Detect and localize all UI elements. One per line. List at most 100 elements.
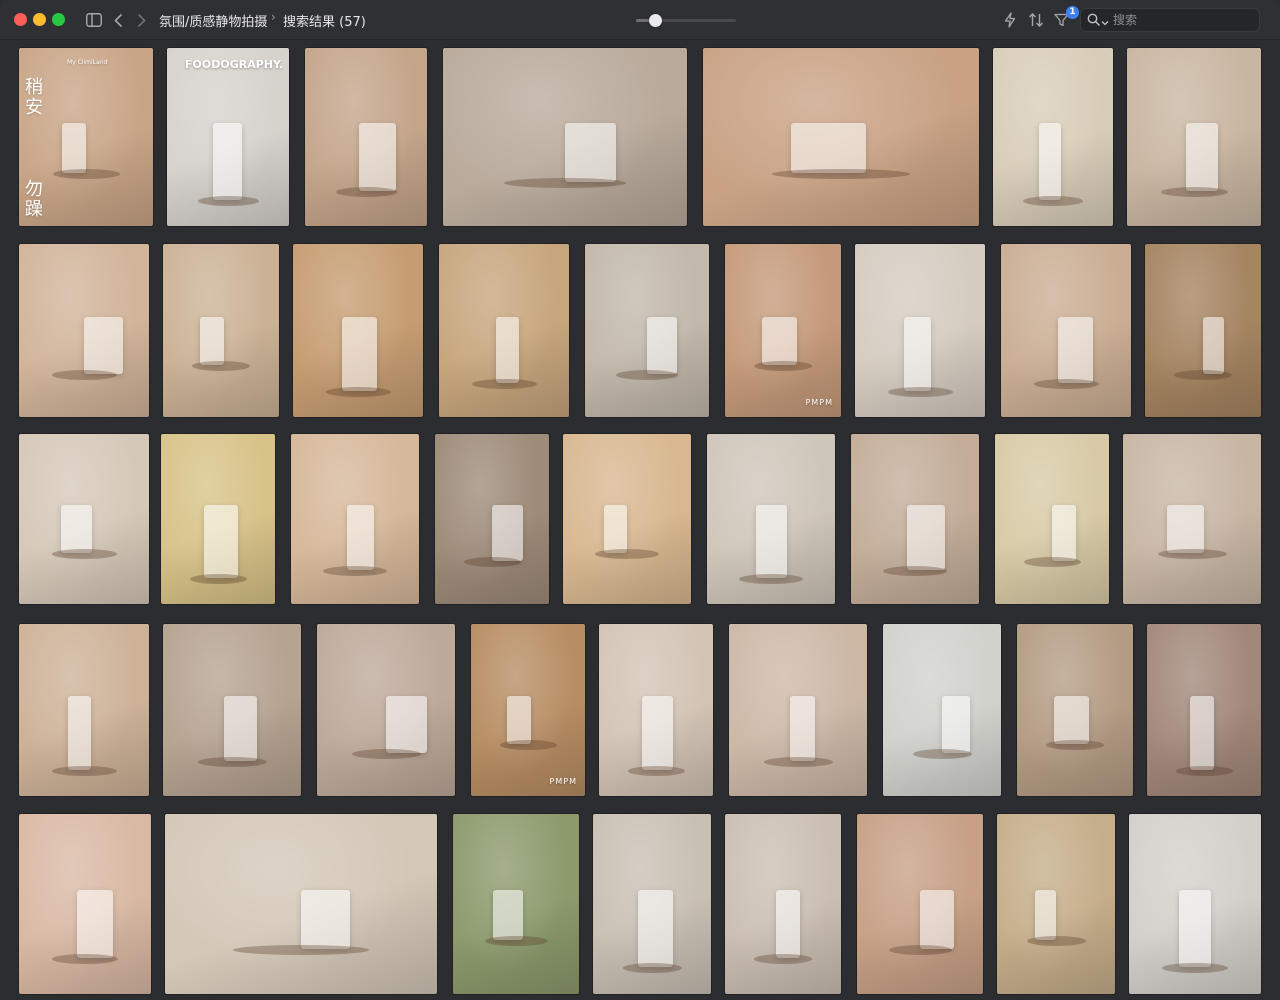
- image-thumbnail[interactable]: [1001, 244, 1131, 417]
- image-thumbnail[interactable]: [725, 814, 841, 994]
- image-thumbnail[interactable]: [593, 814, 711, 994]
- product-silhouette: [791, 123, 866, 173]
- image-thumbnail[interactable]: [317, 624, 455, 796]
- prop-shadow: [352, 749, 421, 759]
- prop-shadow: [754, 361, 812, 371]
- product-silhouette: [507, 696, 531, 744]
- image-thumbnail[interactable]: [293, 244, 423, 417]
- image-thumbnail[interactable]: [163, 244, 279, 417]
- image-thumbnail[interactable]: [993, 48, 1113, 226]
- image-thumbnail[interactable]: [19, 624, 149, 796]
- product-silhouette: [1052, 505, 1076, 561]
- image-thumbnail[interactable]: [995, 434, 1109, 604]
- image-thumbnail[interactable]: PMPM: [471, 624, 585, 796]
- image-thumbnail[interactable]: [729, 624, 867, 796]
- search-input[interactable]: [1113, 13, 1243, 27]
- image-thumbnail[interactable]: [165, 814, 437, 994]
- image-thumbnail[interactable]: [305, 48, 427, 226]
- prop-shadow: [233, 945, 369, 955]
- prop-shadow: [326, 387, 391, 397]
- prop-shadow: [595, 549, 659, 559]
- prop-shadow: [739, 574, 803, 584]
- product-silhouette: [1167, 505, 1204, 553]
- prop-shadow: [1027, 936, 1086, 946]
- product-silhouette: [904, 317, 931, 391]
- prop-shadow: [472, 379, 537, 389]
- back-chevron-icon[interactable]: [111, 10, 125, 30]
- prop-shadow: [889, 945, 952, 955]
- image-thumbnail[interactable]: FOODOGRAPHY.: [167, 48, 289, 226]
- image-thumbnail[interactable]: [851, 434, 979, 604]
- chevron-down-icon[interactable]: [1101, 11, 1109, 30]
- product-silhouette: [756, 505, 787, 578]
- thumbnail-light-glow: [563, 434, 691, 604]
- image-thumbnail[interactable]: [997, 814, 1115, 994]
- image-thumbnail[interactable]: [585, 244, 709, 417]
- image-thumbnail[interactable]: [19, 434, 149, 604]
- image-thumbnail[interactable]: [707, 434, 835, 604]
- prop-shadow: [1176, 766, 1233, 776]
- prop-shadow: [754, 954, 812, 964]
- product-silhouette: [386, 696, 427, 753]
- image-thumbnail[interactable]: [855, 244, 985, 417]
- image-thumbnail[interactable]: [453, 814, 579, 994]
- product-silhouette: [84, 317, 123, 374]
- minimize-window-button[interactable]: [33, 13, 46, 26]
- image-thumbnail[interactable]: [857, 814, 983, 994]
- product-silhouette: [1186, 123, 1218, 191]
- product-silhouette: [62, 123, 86, 173]
- zoom-window-button[interactable]: [52, 13, 65, 26]
- image-thumbnail[interactable]: [443, 48, 687, 226]
- product-silhouette: [77, 890, 113, 958]
- image-thumbnail[interactable]: [1145, 244, 1261, 417]
- search-box[interactable]: [1080, 8, 1260, 32]
- prop-shadow: [192, 361, 250, 371]
- product-silhouette: [790, 696, 815, 761]
- image-thumbnail[interactable]: [883, 624, 1001, 796]
- image-thumbnail[interactable]: [161, 434, 275, 604]
- zoom-slider[interactable]: [636, 14, 736, 27]
- thumbnail-overlay-text: PMPM: [805, 398, 833, 407]
- lightning-icon[interactable]: [1001, 10, 1019, 30]
- thumbnail-overlay-text: 勿躁: [25, 179, 43, 220]
- image-thumbnail[interactable]: [163, 624, 301, 796]
- product-silhouette: [496, 317, 519, 383]
- image-thumbnail[interactable]: [435, 434, 549, 604]
- product-silhouette: [68, 696, 91, 770]
- image-thumbnail[interactable]: [1129, 814, 1261, 994]
- forward-chevron-icon[interactable]: [135, 10, 149, 30]
- product-silhouette: [638, 890, 673, 967]
- image-thumbnail[interactable]: [19, 814, 151, 994]
- image-thumbnail[interactable]: [439, 244, 569, 417]
- breadcrumb-folder[interactable]: 氛围/质感静物拍摄: [159, 11, 267, 30]
- zoom-slider-knob[interactable]: [649, 14, 662, 27]
- product-silhouette: [1190, 696, 1214, 770]
- image-thumbnail[interactable]: [703, 48, 979, 226]
- prop-shadow: [323, 566, 387, 576]
- toolbar: 氛围/质感静物拍摄 › 搜索结果 (57) 1: [0, 0, 1280, 40]
- prop-shadow: [1158, 549, 1227, 559]
- prop-shadow: [1034, 379, 1099, 389]
- prop-shadow: [198, 757, 267, 767]
- product-silhouette: [1179, 890, 1211, 967]
- close-window-button[interactable]: [14, 13, 27, 26]
- sort-icon[interactable]: [1026, 10, 1046, 30]
- image-thumbnail[interactable]: [1147, 624, 1261, 796]
- product-silhouette: [1039, 123, 1061, 200]
- image-thumbnail[interactable]: [291, 434, 419, 604]
- sidebar-toggle-icon[interactable]: [85, 10, 103, 30]
- thumbnail-overlay-text: My ClimiLand: [67, 59, 108, 66]
- image-thumbnail[interactable]: [19, 244, 149, 417]
- image-thumbnail[interactable]: [1127, 48, 1261, 226]
- image-thumbnail[interactable]: [563, 434, 691, 604]
- prop-shadow: [623, 963, 682, 973]
- prop-shadow: [504, 178, 626, 188]
- image-thumbnail[interactable]: PMPM: [725, 244, 841, 417]
- prop-shadow: [190, 574, 247, 584]
- prop-shadow: [1024, 557, 1081, 567]
- image-thumbnail[interactable]: My ClimiLand 稍安 勿躁: [19, 48, 153, 226]
- image-thumbnail[interactable]: [1017, 624, 1133, 796]
- image-thumbnail[interactable]: [1123, 434, 1261, 604]
- product-silhouette: [942, 696, 970, 753]
- image-thumbnail[interactable]: [599, 624, 713, 796]
